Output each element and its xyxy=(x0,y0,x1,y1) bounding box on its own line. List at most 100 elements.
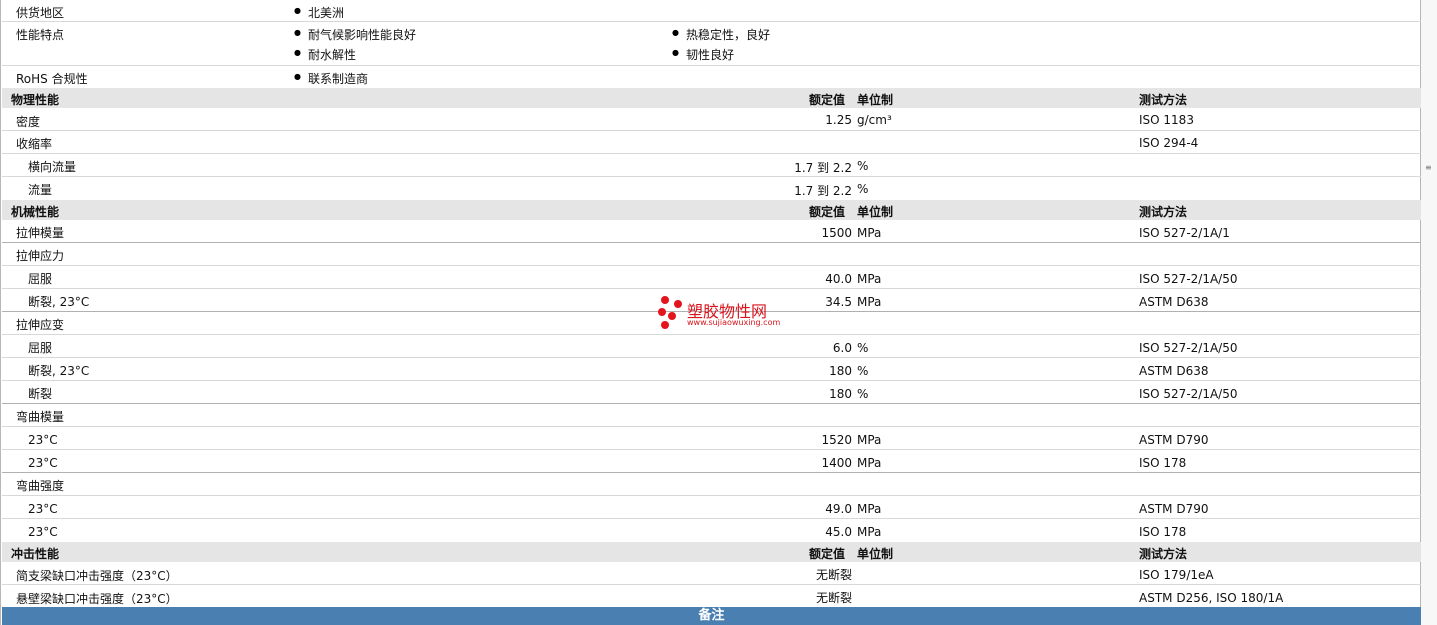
property-unit: % xyxy=(857,182,869,196)
section-title: 冲击性能 xyxy=(11,547,60,561)
property-unit: % xyxy=(857,159,869,173)
table-row: 23°C 49.0 MPa ASTM D790 xyxy=(2,496,1421,519)
site-watermark-logo: 塑胶物性网 www.sujiaowuxing.com xyxy=(657,296,787,332)
property-label: 弯曲模量 xyxy=(16,410,65,424)
table-row: 屈服 6.0 % ISO 527-2/1A/50 xyxy=(2,335,1421,358)
property-label: 断裂, 23°C xyxy=(28,295,90,309)
rohs-row: RoHS 合规性 联系制造商 xyxy=(2,66,1421,88)
table-row: 断裂, 23°C 180 % ASTM D638 xyxy=(2,358,1421,381)
table-row: 屈服 40.0 MPa ISO 527-2/1A/50 xyxy=(2,266,1421,289)
property-value: 1520 xyxy=(821,433,852,447)
table-row: 拉伸应力 xyxy=(2,243,1421,266)
property-label: 流量 xyxy=(28,183,53,197)
property-value: 1.7 到 2.2 xyxy=(794,161,852,175)
table-row: 简支梁缺口冲击强度（23°C） 无断裂 ISO 179/1eA xyxy=(2,562,1421,585)
property-label: 简支梁缺口冲击强度（23°C） xyxy=(16,569,178,583)
method-header: 测试方法 xyxy=(1139,205,1188,219)
property-value: 无断裂 xyxy=(815,591,852,605)
property-value: 1.25 xyxy=(825,113,852,127)
property-label: 23°C xyxy=(28,456,58,470)
property-value: 1500 xyxy=(821,226,852,240)
property-unit: % xyxy=(857,387,869,401)
rohs-label: RoHS 合规性 xyxy=(16,72,88,86)
test-method: ISO 294-4 xyxy=(1139,136,1199,150)
section-header-mechanical: 机械性能 额定值 单位制 测试方法 xyxy=(2,200,1421,220)
table-row: 横向流量 1.7 到 2.2 % xyxy=(2,154,1421,177)
scrollbar[interactable]: ≡ xyxy=(1421,0,1437,625)
test-method: ISO 179/1eA xyxy=(1139,568,1214,582)
table-row: 拉伸模量 1500 MPa ISO 527-2/1A/1 xyxy=(2,220,1421,243)
property-label: 屈服 xyxy=(28,272,53,286)
test-method: ISO 178 xyxy=(1139,525,1187,539)
notes-header-bar: 备注 xyxy=(2,607,1421,625)
test-method: ASTM D790 xyxy=(1139,502,1209,516)
features-row: 性能特点 耐气候影响性能良好 热稳定性，良好 耐水解性 韧性良好 xyxy=(2,22,1421,66)
method-header: 测试方法 xyxy=(1139,547,1188,561)
property-value: 45.0 xyxy=(825,525,852,539)
table-row: 23°C 1400 MPa ISO 178 xyxy=(2,450,1421,473)
test-method: ISO 527-2/1A/1 xyxy=(1139,226,1230,240)
test-method: ISO 1183 xyxy=(1139,113,1194,127)
property-label: 弯曲强度 xyxy=(16,479,65,493)
property-label: 断裂, 23°C xyxy=(28,364,90,378)
watermark-url: www.sujiaowuxing.com xyxy=(687,318,781,327)
property-unit: MPa xyxy=(857,295,882,309)
property-value: 180 xyxy=(829,387,852,401)
table-row: 悬壁梁缺口冲击强度（23°C） 无断裂 ASTM D256, ISO 180/1… xyxy=(2,585,1421,607)
property-unit: MPa xyxy=(857,502,882,516)
property-label: 拉伸应变 xyxy=(16,318,65,332)
property-value: 1.7 到 2.2 xyxy=(794,184,852,198)
test-method: ISO 527-2/1A/50 xyxy=(1139,387,1238,401)
table-row: 23°C 45.0 MPa ISO 178 xyxy=(2,519,1421,542)
section-header-impact: 冲击性能 额定值 单位制 测试方法 xyxy=(2,542,1421,562)
property-label: 23°C xyxy=(28,502,58,516)
section-title: 机械性能 xyxy=(11,205,60,219)
test-method: ASTM D638 xyxy=(1139,364,1209,378)
supply-label: 供货地区 xyxy=(16,6,65,20)
scroll-grip-icon: ≡ xyxy=(1425,163,1432,172)
supply-value: 北美洲 xyxy=(294,4,344,21)
table-row: 23°C 1520 MPa ASTM D790 xyxy=(2,427,1421,450)
property-label: 悬壁梁缺口冲击强度（23°C） xyxy=(16,592,178,606)
rated-header: 额定值 xyxy=(809,93,846,107)
test-method: ISO 527-2/1A/50 xyxy=(1139,341,1238,355)
property-value: 40.0 xyxy=(825,272,852,286)
feature-item: 耐气候影响性能良好 xyxy=(294,26,416,43)
property-value: 无断裂 xyxy=(815,568,852,582)
property-value: 1400 xyxy=(821,456,852,470)
section-header-physical: 物理性能 额定值 单位制 测试方法 xyxy=(2,88,1421,108)
property-unit: g/cm³ xyxy=(857,113,892,127)
property-label: 拉伸应力 xyxy=(16,249,65,263)
method-header: 测试方法 xyxy=(1139,93,1188,107)
table-row: 弯曲强度 xyxy=(2,473,1421,496)
rated-header: 额定值 xyxy=(809,205,846,219)
property-value: 49.0 xyxy=(825,502,852,516)
supply-row: 供货地区 北美洲 xyxy=(2,0,1421,22)
property-unit: % xyxy=(857,341,869,355)
rated-header: 额定值 xyxy=(809,547,846,561)
property-label: 横向流量 xyxy=(28,160,77,174)
property-label: 23°C xyxy=(28,525,58,539)
feature-item: 耐水解性 xyxy=(294,46,356,63)
table-row: 断裂 180 % ISO 527-2/1A/50 xyxy=(2,381,1421,404)
property-label: 收缩率 xyxy=(16,137,53,151)
table-row: 密度 1.25 g/cm³ ISO 1183 xyxy=(2,108,1421,131)
unit-header: 单位制 xyxy=(857,93,894,107)
property-label: 屈服 xyxy=(28,341,53,355)
property-unit: % xyxy=(857,364,869,378)
unit-header: 单位制 xyxy=(857,547,894,561)
property-value: 6.0 xyxy=(832,341,852,355)
section-title: 物理性能 xyxy=(11,93,60,107)
property-label: 密度 xyxy=(16,115,41,129)
property-unit: MPa xyxy=(857,433,882,447)
property-label: 拉伸模量 xyxy=(16,226,65,240)
test-method: ISO 527-2/1A/50 xyxy=(1139,272,1238,286)
property-unit: MPa xyxy=(857,226,882,240)
table-row: 弯曲模量 xyxy=(2,404,1421,427)
property-unit: MPa xyxy=(857,272,882,286)
unit-header: 单位制 xyxy=(857,205,894,219)
feature-item: 韧性良好 xyxy=(672,46,734,63)
table-row: 收缩率 ISO 294-4 xyxy=(2,131,1421,154)
rohs-value: 联系制造商 xyxy=(294,70,368,87)
property-value: 180 xyxy=(829,364,852,378)
